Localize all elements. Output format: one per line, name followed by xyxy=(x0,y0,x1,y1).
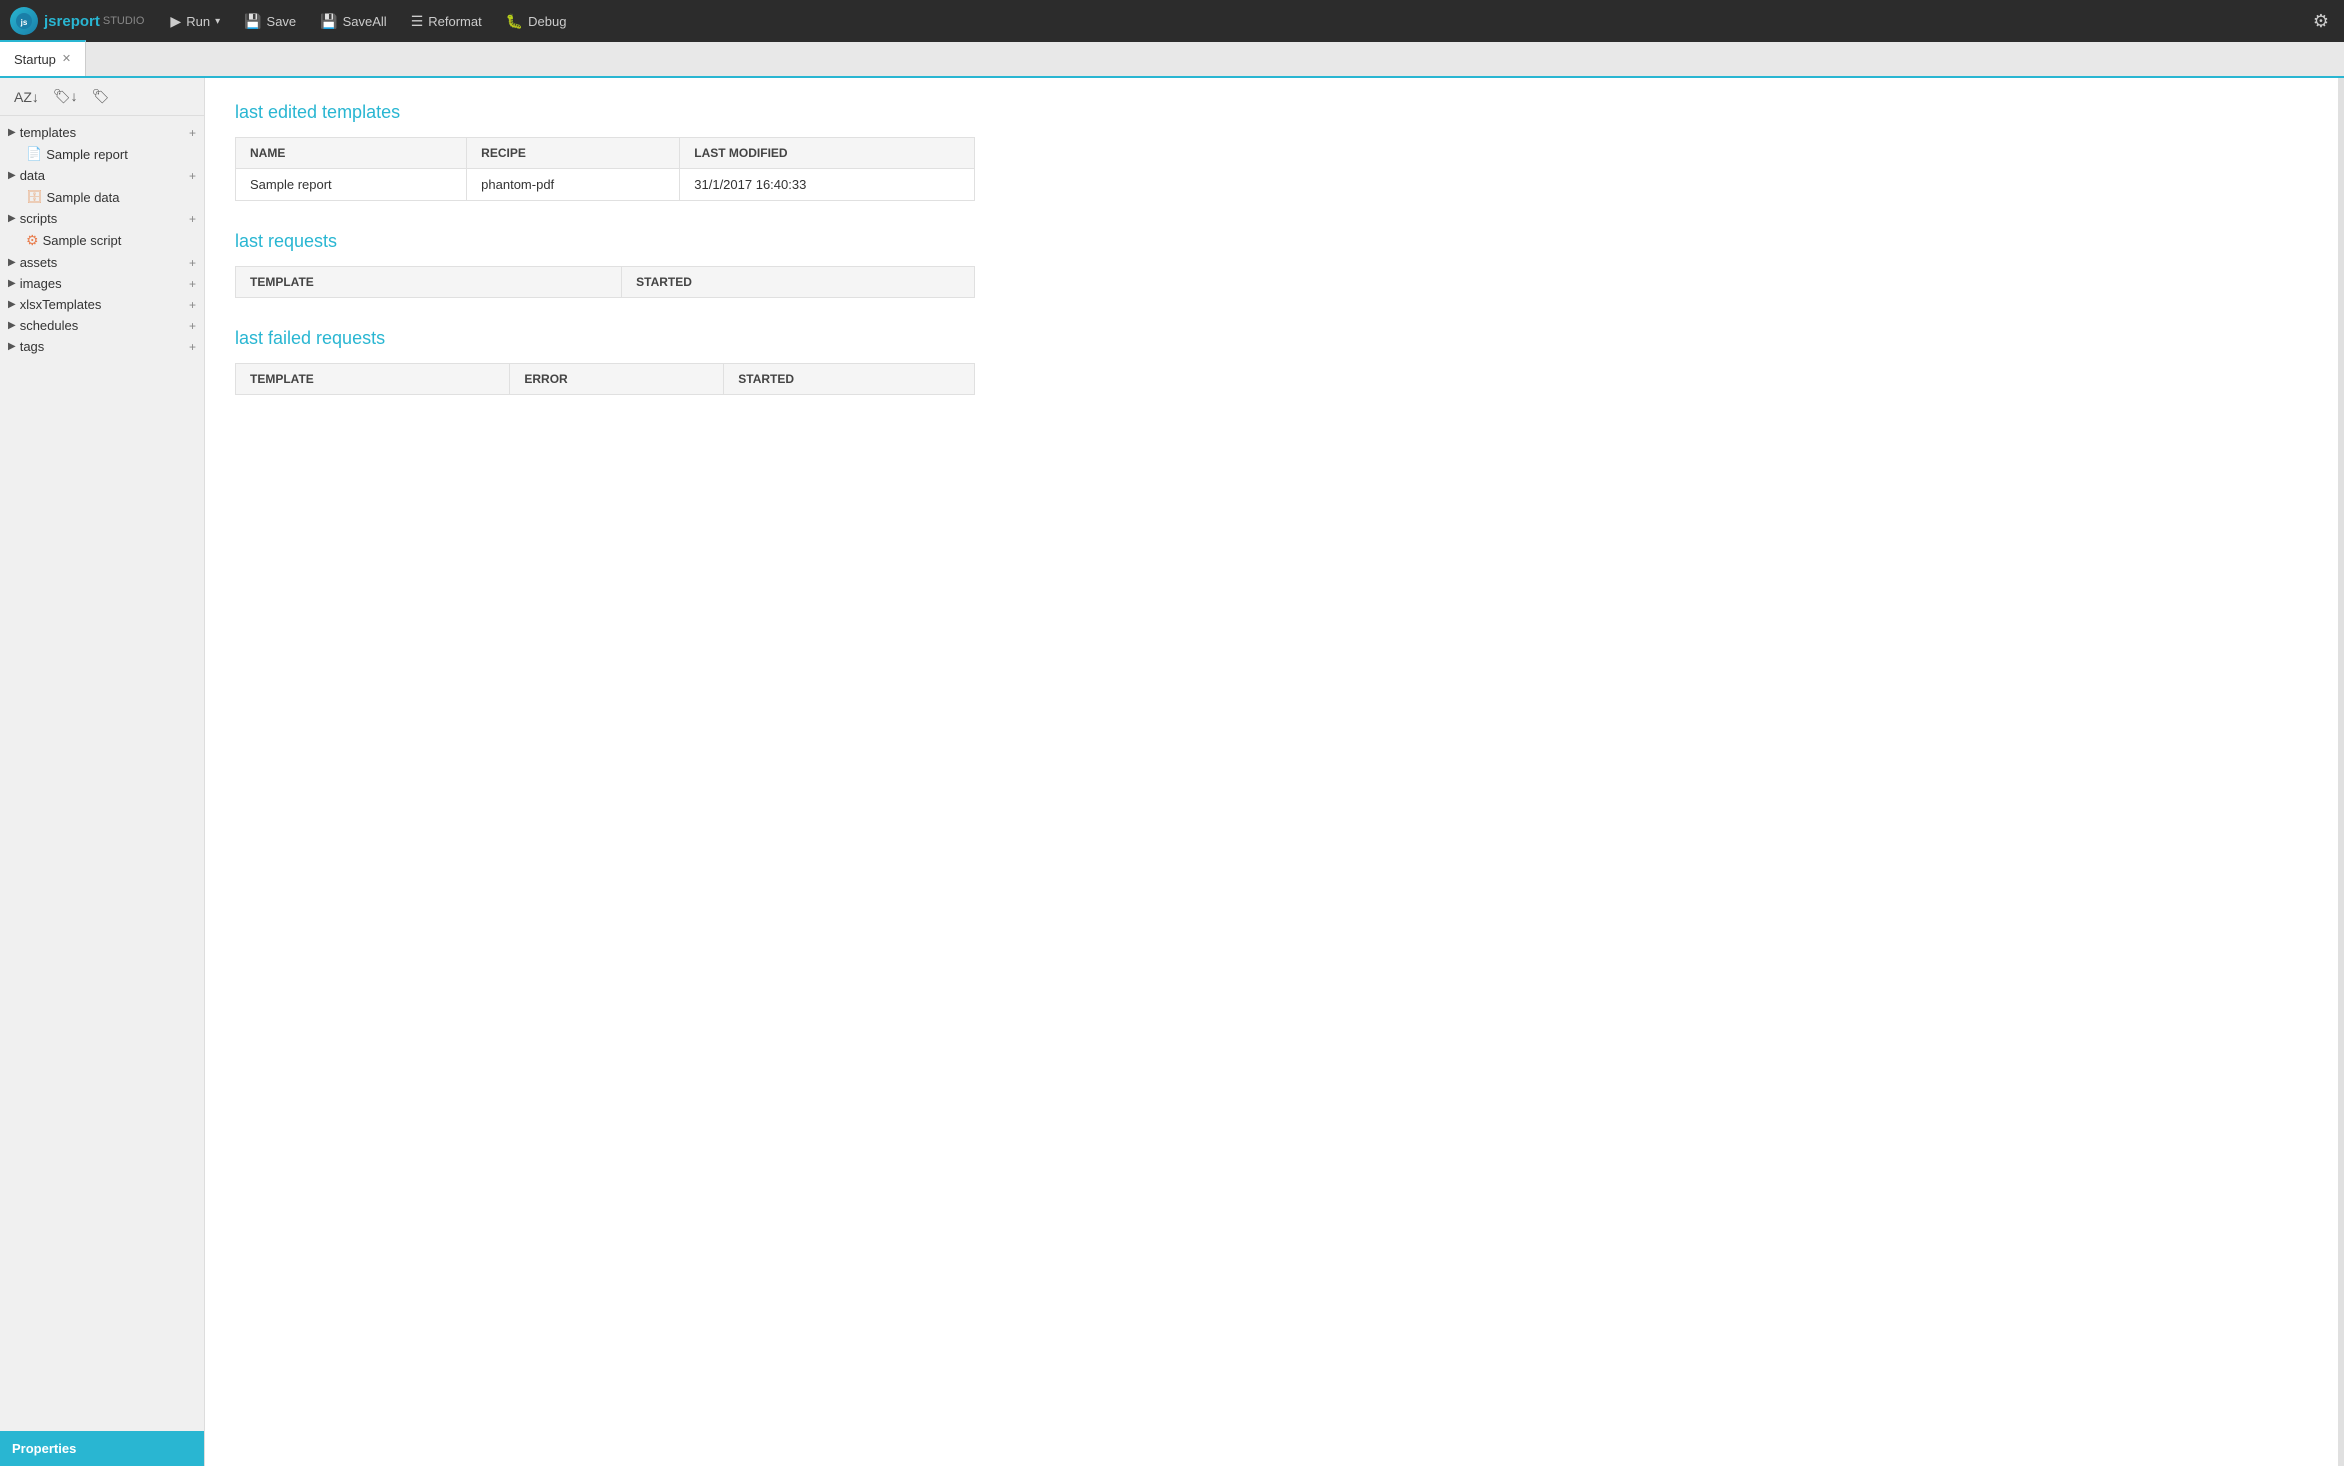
images-label: images xyxy=(20,276,185,291)
right-panel-divider xyxy=(2338,78,2344,1466)
scripts-label: scripts xyxy=(20,211,185,226)
logo-text: jsreport xyxy=(44,13,100,30)
col-started: STARTED xyxy=(622,267,975,298)
images-arrow-icon: ▶ xyxy=(8,278,16,289)
reformat-button[interactable]: ☰ Reformat xyxy=(401,8,492,35)
sidebar-item-images[interactable]: ▶ images + xyxy=(0,273,204,294)
tab-startup[interactable]: Startup ✕ xyxy=(0,40,86,76)
filter-az-icon: AZ↓ xyxy=(14,89,39,105)
last-edited-title: last edited templates xyxy=(235,102,2308,123)
last-failed-table: TEMPLATE ERROR STARTED xyxy=(235,363,975,395)
filter-az-button[interactable]: AZ↓ xyxy=(10,87,43,107)
assets-add-icon[interactable]: + xyxy=(189,256,196,270)
filter-tag-button[interactable]: 🏷↓ xyxy=(49,86,82,107)
save-all-icon: 💾 xyxy=(320,13,337,30)
schedules-add-icon[interactable]: + xyxy=(189,319,196,333)
sidebar-item-sample-data[interactable]: 🗄 Sample data xyxy=(0,186,204,208)
debug-button[interactable]: 🐛 Debug xyxy=(496,8,577,35)
sidebar-item-schedules[interactable]: ▶ schedules + xyxy=(0,315,204,336)
properties-label: Properties xyxy=(12,1441,76,1456)
sidebar-item-templates[interactable]: ▶ templates + xyxy=(0,122,204,143)
tag-icon: 🏷 xyxy=(92,88,110,104)
col-name: NAME xyxy=(236,138,467,169)
templates-add-icon[interactable]: + xyxy=(189,126,196,140)
col-recipe: RECIPE xyxy=(467,138,680,169)
svg-text:js: js xyxy=(20,18,28,27)
run-dropdown-icon[interactable]: ▾ xyxy=(215,16,220,27)
save-icon: 💾 xyxy=(244,13,261,30)
sidebar-item-assets[interactable]: ▶ assets + xyxy=(0,252,204,273)
col-started-failed: STARTED xyxy=(724,364,975,395)
col-template: TEMPLATE xyxy=(236,267,622,298)
data-arrow-icon: ▶ xyxy=(8,170,16,181)
col-error: ERROR xyxy=(510,364,724,395)
table-row[interactable]: Sample report phantom-pdf 31/1/2017 16:4… xyxy=(236,169,975,201)
cell-last-modified: 31/1/2017 16:40:33 xyxy=(680,169,975,201)
sidebar-item-scripts[interactable]: ▶ scripts + xyxy=(0,208,204,229)
tags-add-icon[interactable]: + xyxy=(189,340,196,354)
data-icon: 🗄 xyxy=(26,189,43,205)
save-button[interactable]: 💾 Save xyxy=(234,8,306,35)
sidebar-item-sample-report[interactable]: 📄 Sample report xyxy=(0,143,204,165)
tab-bar: Startup ✕ xyxy=(0,42,2344,78)
tags-label: tags xyxy=(20,339,185,354)
xlsx-label: xlsxTemplates xyxy=(20,297,185,312)
tags-arrow-icon: ▶ xyxy=(8,341,16,352)
last-requests-title: last requests xyxy=(235,231,2308,252)
toolbar: js jsreport STUDIO ▶ Run ▾ 💾 Save 💾 Save… xyxy=(0,0,2344,42)
sidebar-item-data[interactable]: ▶ data + xyxy=(0,165,204,186)
save-all-button[interactable]: 💾 SaveAll xyxy=(310,8,397,35)
xlsx-add-icon[interactable]: + xyxy=(189,298,196,312)
main-layout: AZ↓ 🏷↓ 🏷 ▶ templates + 📄 Sample report xyxy=(0,78,2344,1466)
logo-studio: STUDIO xyxy=(103,15,145,27)
xlsx-arrow-icon: ▶ xyxy=(8,299,16,310)
data-add-icon[interactable]: + xyxy=(189,169,196,183)
settings-button[interactable]: ⚙ xyxy=(2308,6,2334,37)
tab-startup-close[interactable]: ✕ xyxy=(62,54,71,65)
sidebar-toolbar: AZ↓ 🏷↓ 🏷 xyxy=(0,78,204,116)
assets-arrow-icon: ▶ xyxy=(8,257,16,268)
cell-name: Sample report xyxy=(236,169,467,201)
assets-label: assets xyxy=(20,255,185,270)
app-logo: js jsreport STUDIO xyxy=(10,7,144,35)
script-icon: ⚙ xyxy=(26,232,39,249)
tab-startup-label: Startup xyxy=(14,52,56,67)
scripts-arrow-icon: ▶ xyxy=(8,213,16,224)
cell-recipe: phantom-pdf xyxy=(467,169,680,201)
tag-button[interactable]: 🏷 xyxy=(88,86,114,107)
main-content: last edited templates NAME RECIPE LAST M… xyxy=(205,78,2338,1466)
run-icon: ▶ xyxy=(170,13,181,30)
run-button[interactable]: ▶ Run ▾ xyxy=(160,8,230,35)
last-edited-table: NAME RECIPE LAST MODIFIED Sample report … xyxy=(235,137,975,201)
sample-report-label: Sample report xyxy=(46,147,196,162)
images-add-icon[interactable]: + xyxy=(189,277,196,291)
last-failed-title: last failed requests xyxy=(235,328,2308,349)
debug-icon: 🐛 xyxy=(506,13,523,30)
schedules-arrow-icon: ▶ xyxy=(8,320,16,331)
templates-label: templates xyxy=(20,125,185,140)
logo-icon: js xyxy=(10,7,38,35)
col-template-failed: TEMPLATE xyxy=(236,364,510,395)
sidebar-tree: ▶ templates + 📄 Sample report ▶ data + 🗄… xyxy=(0,116,204,1431)
templates-arrow-icon: ▶ xyxy=(8,127,16,138)
sidebar-item-sample-script[interactable]: ⚙ Sample script xyxy=(0,229,204,252)
reformat-icon: ☰ xyxy=(411,13,424,30)
sidebar-item-xlsx-templates[interactable]: ▶ xlsxTemplates + xyxy=(0,294,204,315)
sidebar-item-tags[interactable]: ▶ tags + xyxy=(0,336,204,357)
schedules-label: schedules xyxy=(20,318,185,333)
sample-data-label: Sample data xyxy=(47,190,196,205)
col-last-modified: LAST MODIFIED xyxy=(680,138,975,169)
doc-icon: 📄 xyxy=(26,146,42,162)
filter-tag-icon: 🏷↓ xyxy=(53,88,78,104)
sidebar: AZ↓ 🏷↓ 🏷 ▶ templates + 📄 Sample report xyxy=(0,78,205,1466)
properties-panel[interactable]: Properties xyxy=(0,1431,204,1466)
last-requests-table: TEMPLATE STARTED xyxy=(235,266,975,298)
data-label: data xyxy=(20,168,185,183)
scripts-add-icon[interactable]: + xyxy=(189,212,196,226)
sample-script-label: Sample script xyxy=(43,233,196,248)
